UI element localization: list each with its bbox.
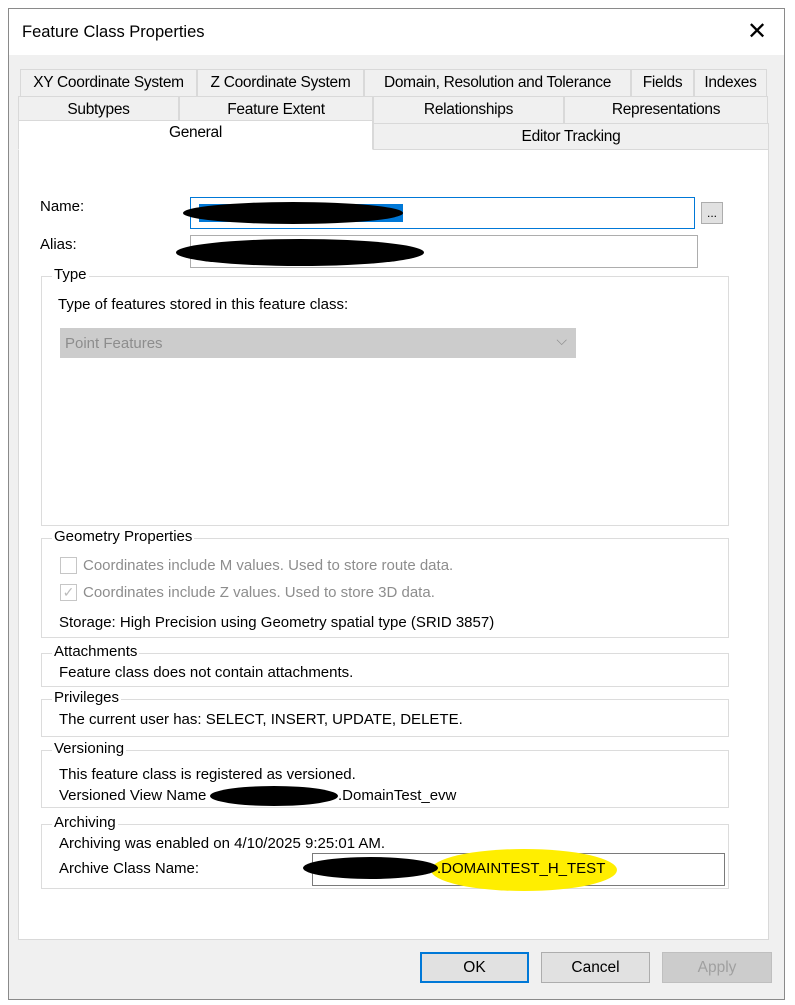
archiving-enabled-text: Archiving was enabled on 4/10/2025 9:25:…	[59, 835, 386, 852]
m-values-label: Coordinates include M values. Used to st…	[83, 557, 454, 574]
tab-editor-tracking[interactable]: Editor Tracking	[373, 123, 769, 150]
redaction	[210, 786, 338, 806]
apply-button[interactable]: Apply	[662, 952, 772, 983]
geometry-group-label: Geometry Properties	[52, 528, 195, 545]
tab-indexes[interactable]: Indexes	[694, 69, 767, 96]
geometry-group: Geometry Properties Coordinates include …	[41, 528, 729, 638]
z-values-checkbox[interactable]: ✓	[60, 584, 77, 601]
versioned-view-name: .DomainTest_evw	[338, 787, 457, 804]
archive-class-field[interactable]: .DOMAINTEST_H_TEST	[303, 849, 725, 891]
privileges-text: The current user has: SELECT, INSERT, UP…	[59, 711, 463, 728]
versioning-group: Versioning This feature class is registe…	[41, 740, 729, 808]
attachments-group-label: Attachments	[52, 643, 140, 660]
storage-text: Storage: High Precision using Geometry s…	[59, 614, 495, 631]
archive-class-label: Archive Class Name:	[59, 860, 200, 877]
versioning-group-label: Versioning	[52, 740, 127, 757]
tab-relationships[interactable]: Relationships	[373, 96, 564, 123]
archive-class-name: .DOMAINTEST_H_TEST	[437, 860, 606, 877]
m-values-checkbox[interactable]	[60, 557, 77, 574]
dialog-title: Feature Class Properties	[22, 23, 205, 41]
title-bar: Feature Class Properties ✕	[9, 9, 784, 55]
name-input[interactable]	[183, 197, 695, 229]
tab-general[interactable]: General	[18, 120, 373, 150]
tab-xy-coordinate-system[interactable]: XY Coordinate System	[20, 69, 197, 96]
attachments-text: Feature class does not contain attachmen…	[59, 664, 354, 681]
feature-type-select[interactable]: Point Features ⌵	[60, 328, 576, 358]
tab-fields[interactable]: Fields	[631, 69, 694, 96]
ok-button[interactable]: OK	[420, 952, 529, 983]
type-group: Type Type of features stored in this fea…	[41, 266, 729, 526]
redaction	[303, 857, 438, 879]
cancel-button[interactable]: Cancel	[541, 952, 650, 983]
close-icon[interactable]: ✕	[747, 17, 767, 46]
archiving-group: Archiving Archiving was enabled on 4/10/…	[41, 814, 729, 891]
privileges-group-label: Privileges	[52, 689, 122, 706]
browse-button[interactable]: ...	[701, 202, 723, 224]
tab-z-coordinate-system[interactable]: Z Coordinate System	[197, 69, 364, 96]
alias-label: Alias:	[40, 236, 77, 253]
name-label: Name:	[40, 198, 85, 215]
attachments-group: Attachments Feature class does not conta…	[41, 643, 729, 687]
type-description: Type of features stored in this feature …	[58, 296, 349, 313]
feature-type-value: Point Features	[65, 335, 163, 352]
archiving-group-label: Archiving	[52, 814, 118, 831]
versioned-view-label: Versioned View Name	[59, 787, 207, 804]
tab-representations[interactable]: Representations	[564, 96, 768, 123]
tab-feature-extent[interactable]: Feature Extent	[179, 96, 373, 123]
privileges-group: Privileges The current user has: SELECT,…	[41, 689, 729, 737]
type-group-label: Type	[52, 266, 89, 283]
alias-input[interactable]	[176, 235, 698, 268]
versioning-text: This feature class is registered as vers…	[59, 766, 356, 783]
general-panel: Name: ... Alias: Type Type of features s…	[18, 149, 769, 940]
chevron-down-icon: ⌵	[556, 332, 567, 348]
tab-subtypes[interactable]: Subtypes	[18, 96, 179, 123]
redaction	[183, 202, 403, 224]
z-values-label: Coordinates include Z values. Used to st…	[83, 584, 435, 601]
tab-domain-resolution-tolerance[interactable]: Domain, Resolution and Tolerance	[364, 69, 631, 96]
redaction	[176, 239, 424, 266]
